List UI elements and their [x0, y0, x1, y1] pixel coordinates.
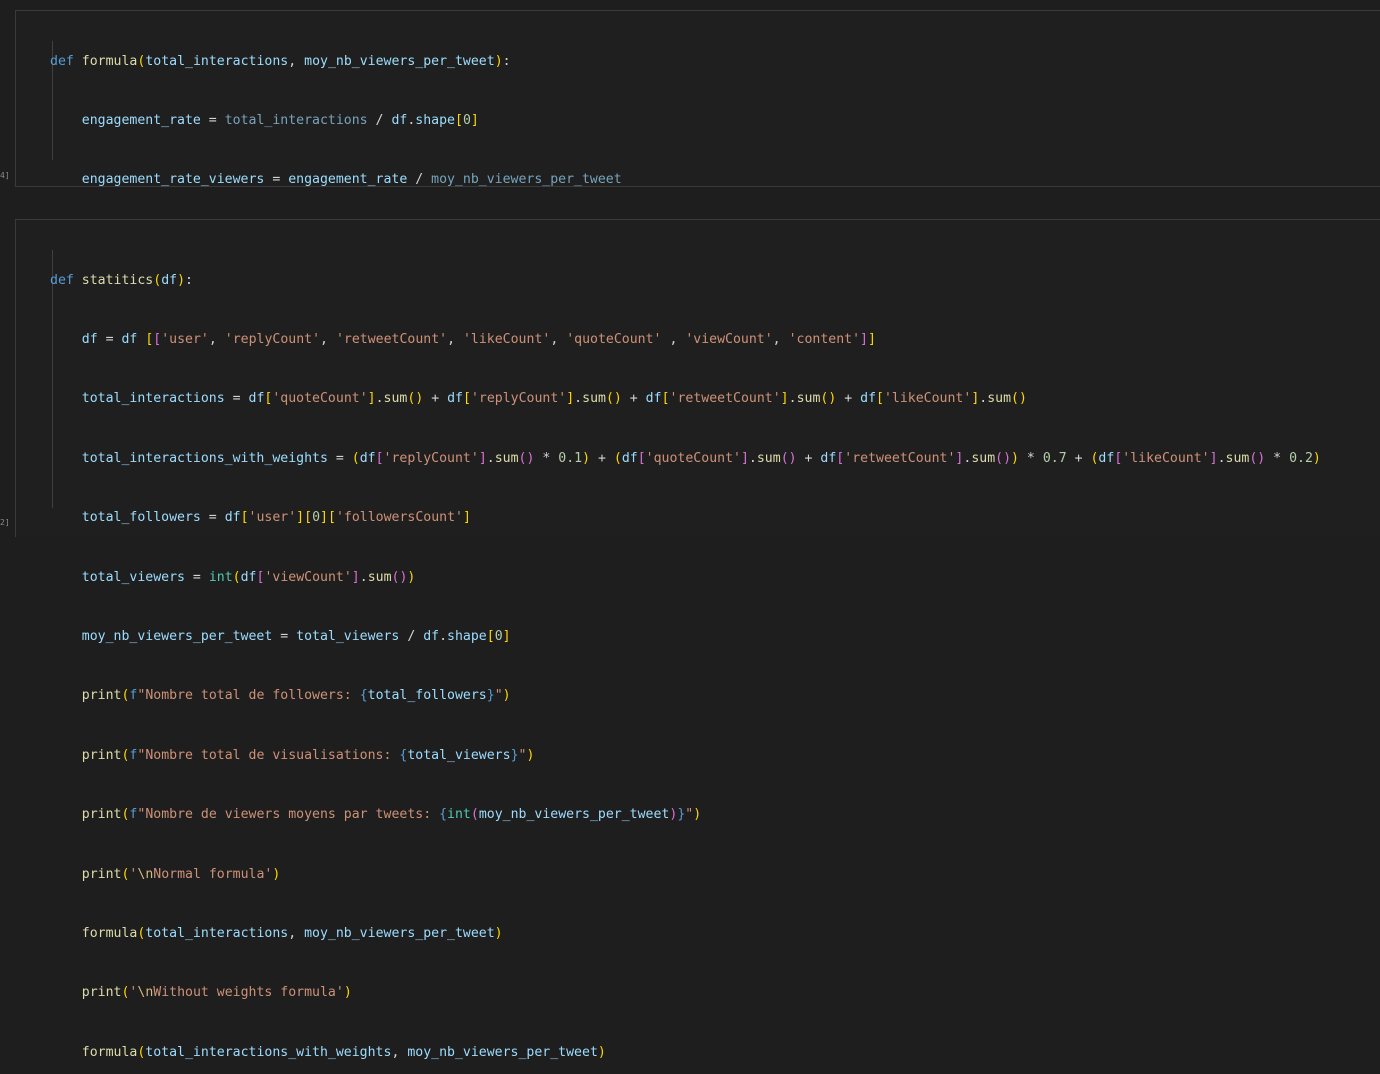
code-editor-statitics[interactable]: def statitics(df): df = df [['user', 're…: [50, 231, 1321, 1074]
code-line: print(f"Nombre total de followers: {tota…: [81, 688, 511, 704]
code-line: def statitics(df):: [50, 272, 193, 288]
code-line: df = df [['user', 'replyCount', 'retweet…: [81, 331, 876, 347]
code-line: moy_nb_viewers_per_tweet = total_viewers…: [81, 628, 511, 644]
code-line: engagement_rate = total_interactions / d…: [81, 112, 479, 128]
execution-count: 4]: [0, 171, 10, 180]
code-line: print('\nNormal formula'): [81, 866, 281, 882]
code-line: total_interactions_with_weights = (df['r…: [81, 450, 1321, 466]
code-line: print('\nWithout weights formula'): [81, 985, 352, 1001]
code-line: formula(total_interactions, moy_nb_viewe…: [81, 925, 503, 941]
code-line: total_followers = df['user'][0]['followe…: [81, 510, 471, 526]
execution-count: 2]: [0, 518, 10, 527]
code-line: print(f"Nombre total de visualisations: …: [81, 747, 535, 763]
code-line: print(f"Nombre de viewers moyens par twe…: [81, 807, 702, 823]
code-line: engagement_rate_viewers = engagement_rat…: [81, 172, 622, 188]
code-line: def formula(total_interactions, moy_nb_v…: [50, 53, 511, 69]
code-line: total_viewers = int(df['viewCount'].sum(…: [81, 569, 416, 585]
code-line: total_interactions = df['quoteCount'].su…: [81, 391, 1027, 407]
code-line: formula(total_interactions_with_weights,…: [81, 1044, 606, 1060]
